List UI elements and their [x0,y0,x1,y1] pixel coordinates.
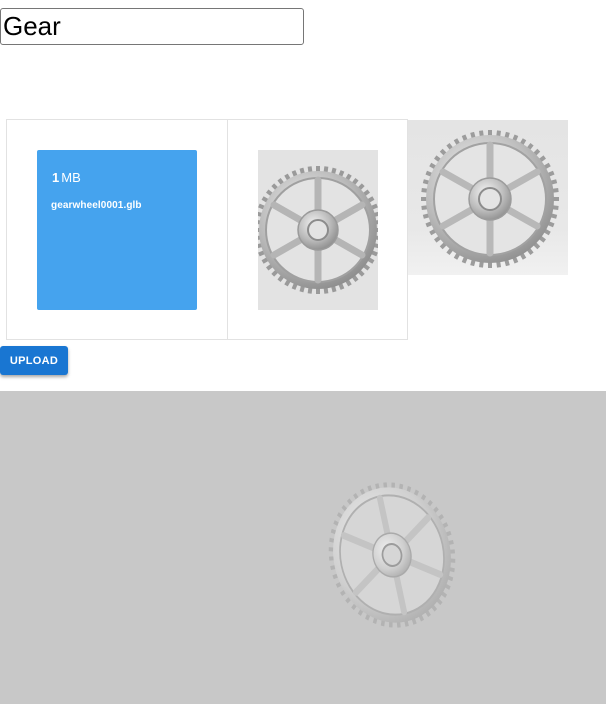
model-name-input[interactable] [0,8,304,45]
file-size-number: 1 [52,170,60,185]
file-size-unit: MB [61,170,81,185]
thumbnail-tile[interactable] [227,119,408,340]
model-viewer[interactable] [0,391,606,704]
gear-preview-icon [408,120,568,275]
gear-3d-model [328,482,456,628]
file-tile[interactable]: 1 MB gearwheel0001.glb [6,119,228,340]
file-size: 1 MB [52,170,81,185]
upload-button[interactable]: UPLOAD [0,346,68,375]
file-name: gearwheel0001.glb [51,200,142,211]
gear-thumbnail-icon [258,150,378,310]
file-card[interactable]: 1 MB gearwheel0001.glb [37,150,197,310]
